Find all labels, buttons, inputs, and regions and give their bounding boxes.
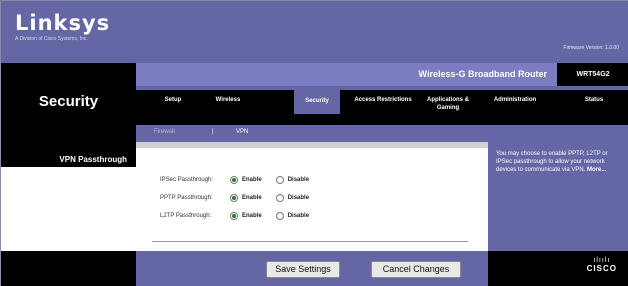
tab-applications-gaming[interactable]: Applications & Gaming	[424, 96, 472, 112]
subtab-separator: |	[212, 129, 214, 135]
ipsec-enable-label[interactable]: Enable	[242, 177, 262, 183]
subtab-firewall[interactable]: Firewall	[154, 129, 175, 135]
l2tp-disable-label[interactable]: Disable	[288, 213, 309, 219]
linksys-logo: Linksys	[15, 11, 111, 35]
tab-status[interactable]: Status	[574, 96, 614, 104]
help-text: You may choose to enable PPTP, L2TP or I…	[496, 150, 624, 174]
product-name: Wireless-G Broadband Router	[418, 69, 547, 79]
cisco-bars-icon: ılıılı	[593, 257, 611, 264]
cisco-wordmark: CISCO	[586, 264, 617, 273]
product-bar: Wireless-G Broadband Router WRT54G2	[136, 63, 628, 86]
tab-administration[interactable]: Administration	[484, 96, 546, 104]
vpn-passthrough-panel: IPSec Passthrough: Enable Disable PPTP P…	[152, 152, 468, 242]
left-content-strip	[1, 167, 136, 251]
tab-security[interactable]: Security	[294, 90, 340, 114]
tab-wireless[interactable]: Wireless	[208, 96, 248, 104]
firmware-version: Firmware Version: 1.0.00	[563, 45, 619, 51]
tab-setup[interactable]: Setup	[158, 96, 188, 104]
model-number: WRT54G2	[557, 63, 628, 86]
tab-access-restrictions[interactable]: Access Restrictions	[354, 96, 412, 104]
l2tp-disable-radio[interactable]	[275, 212, 284, 220]
ipsec-row: IPSec Passthrough: Enable Disable	[160, 174, 323, 186]
pptp-enable-label[interactable]: Enable	[242, 195, 262, 201]
sub-tabs: Firewall | VPN	[136, 125, 628, 142]
ipsec-disable-radio[interactable]	[275, 176, 284, 184]
cisco-logo: ılıılı CISCO	[587, 257, 617, 273]
help-panel: You may choose to enable PPTP, L2TP or I…	[488, 142, 628, 251]
l2tp-enable-radio[interactable]	[230, 212, 238, 220]
cancel-changes-button[interactable]: Cancel Changes	[371, 261, 461, 278]
pptp-disable-radio[interactable]	[275, 194, 284, 202]
pptp-label: PPTP Passthrough:	[160, 195, 213, 201]
pptp-row: PPTP Passthrough: Enable Disable	[160, 192, 323, 204]
subtab-vpn[interactable]: VPN	[236, 129, 248, 135]
l2tp-enable-label[interactable]: Enable	[242, 213, 262, 219]
pptp-enable-radio[interactable]	[230, 194, 238, 202]
save-settings-button[interactable]: Save Settings	[266, 261, 340, 278]
main-tabs: Setup Wireless Security Access Restricti…	[136, 86, 628, 125]
content-area: IPSec Passthrough: Enable Disable PPTP P…	[136, 148, 488, 251]
page-title: Security	[38, 93, 99, 110]
logo-tagline: A Division of Cisco Systems, Inc.	[15, 36, 88, 42]
router-admin-page: Linksys A Division of Cisco Systems, Inc…	[0, 0, 628, 286]
vpn-passthrough-heading: VPN Passthrough	[59, 155, 127, 164]
ipsec-label: IPSec Passthrough:	[160, 177, 214, 183]
ipsec-enable-radio[interactable]	[230, 176, 238, 184]
l2tp-row: L2TP Passthrough: Enable Disable	[160, 210, 323, 222]
help-more-link[interactable]: More...	[587, 167, 606, 173]
ipsec-disable-label[interactable]: Disable	[288, 177, 309, 183]
pptp-disable-label[interactable]: Disable	[288, 195, 309, 201]
top-banner: Linksys A Division of Cisco Systems, Inc…	[1, 1, 628, 63]
bottom-logo-area: ılıılı CISCO	[488, 251, 628, 286]
l2tp-label: L2TP Passthrough:	[160, 213, 212, 219]
